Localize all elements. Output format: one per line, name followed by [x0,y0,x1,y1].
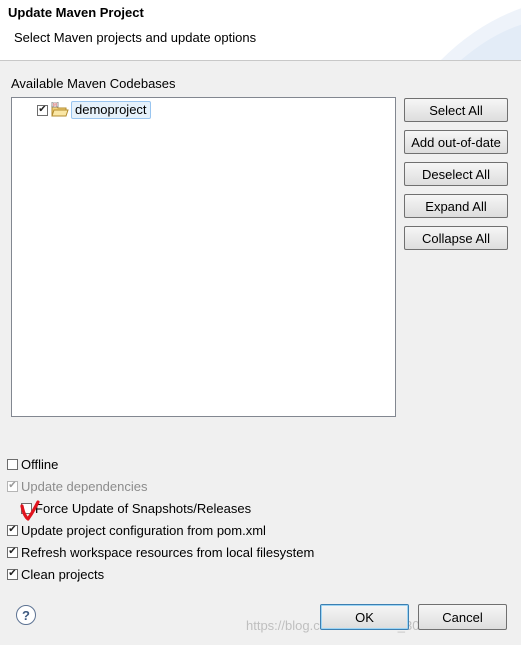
cancel-button[interactable]: Cancel [418,604,507,630]
offline-label: Offline [21,456,59,472]
maven-project-folder-icon: M [51,102,69,117]
update-dependencies-label: Update dependencies [21,478,148,494]
red-check-annotation-icon [20,500,40,521]
select-all-button[interactable]: Select All [404,98,508,122]
deselect-all-button[interactable]: Deselect All [404,162,508,186]
update-dependencies-checkbox [7,480,18,492]
ok-button[interactable]: OK [320,604,409,630]
clean-projects-label: Clean projects [21,566,105,582]
refresh-workspace-checkbox[interactable] [7,546,18,558]
dialog-header: Update Maven Project Select Maven projec… [0,0,521,61]
force-update-label: Force Update of Snapshots/Releases [35,500,252,516]
clean-projects-checkbox[interactable] [7,568,18,580]
update-config-checkbox[interactable] [7,524,18,536]
help-icon[interactable]: ? [16,605,36,625]
expand-all-button[interactable]: Expand All [404,194,508,218]
clean-projects-option[interactable]: Clean projects [7,566,104,582]
header-banner-decoration [441,8,521,60]
update-config-option[interactable]: Update project configuration from pom.xm… [7,522,266,538]
update-dependencies-option: Update dependencies [7,478,148,494]
collapse-all-button[interactable]: Collapse All [404,226,508,250]
codebases-tree[interactable]: M demoproject [11,97,396,417]
demoproject-checkbox[interactable] [37,104,48,116]
refresh-workspace-label: Refresh workspace resources from local f… [21,544,315,560]
offline-option[interactable]: Offline [7,456,58,472]
tree-item-label: demoproject [71,101,151,119]
update-config-label: Update project configuration from pom.xm… [21,522,266,538]
refresh-workspace-option[interactable]: Refresh workspace resources from local f… [7,544,314,560]
svg-text:M: M [53,102,57,108]
offline-checkbox[interactable] [7,458,18,470]
dialog-title: Update Maven Project [8,5,144,20]
dialog-subtitle: Select Maven projects and update options [14,30,257,45]
tree-item-demoproject[interactable]: M demoproject [37,101,151,119]
force-update-option[interactable]: Force Update of Snapshots/Releases [21,500,251,516]
add-out-of-date-button[interactable]: Add out-of-date [404,130,508,154]
codebases-group-label: Available Maven Codebases [11,76,176,91]
